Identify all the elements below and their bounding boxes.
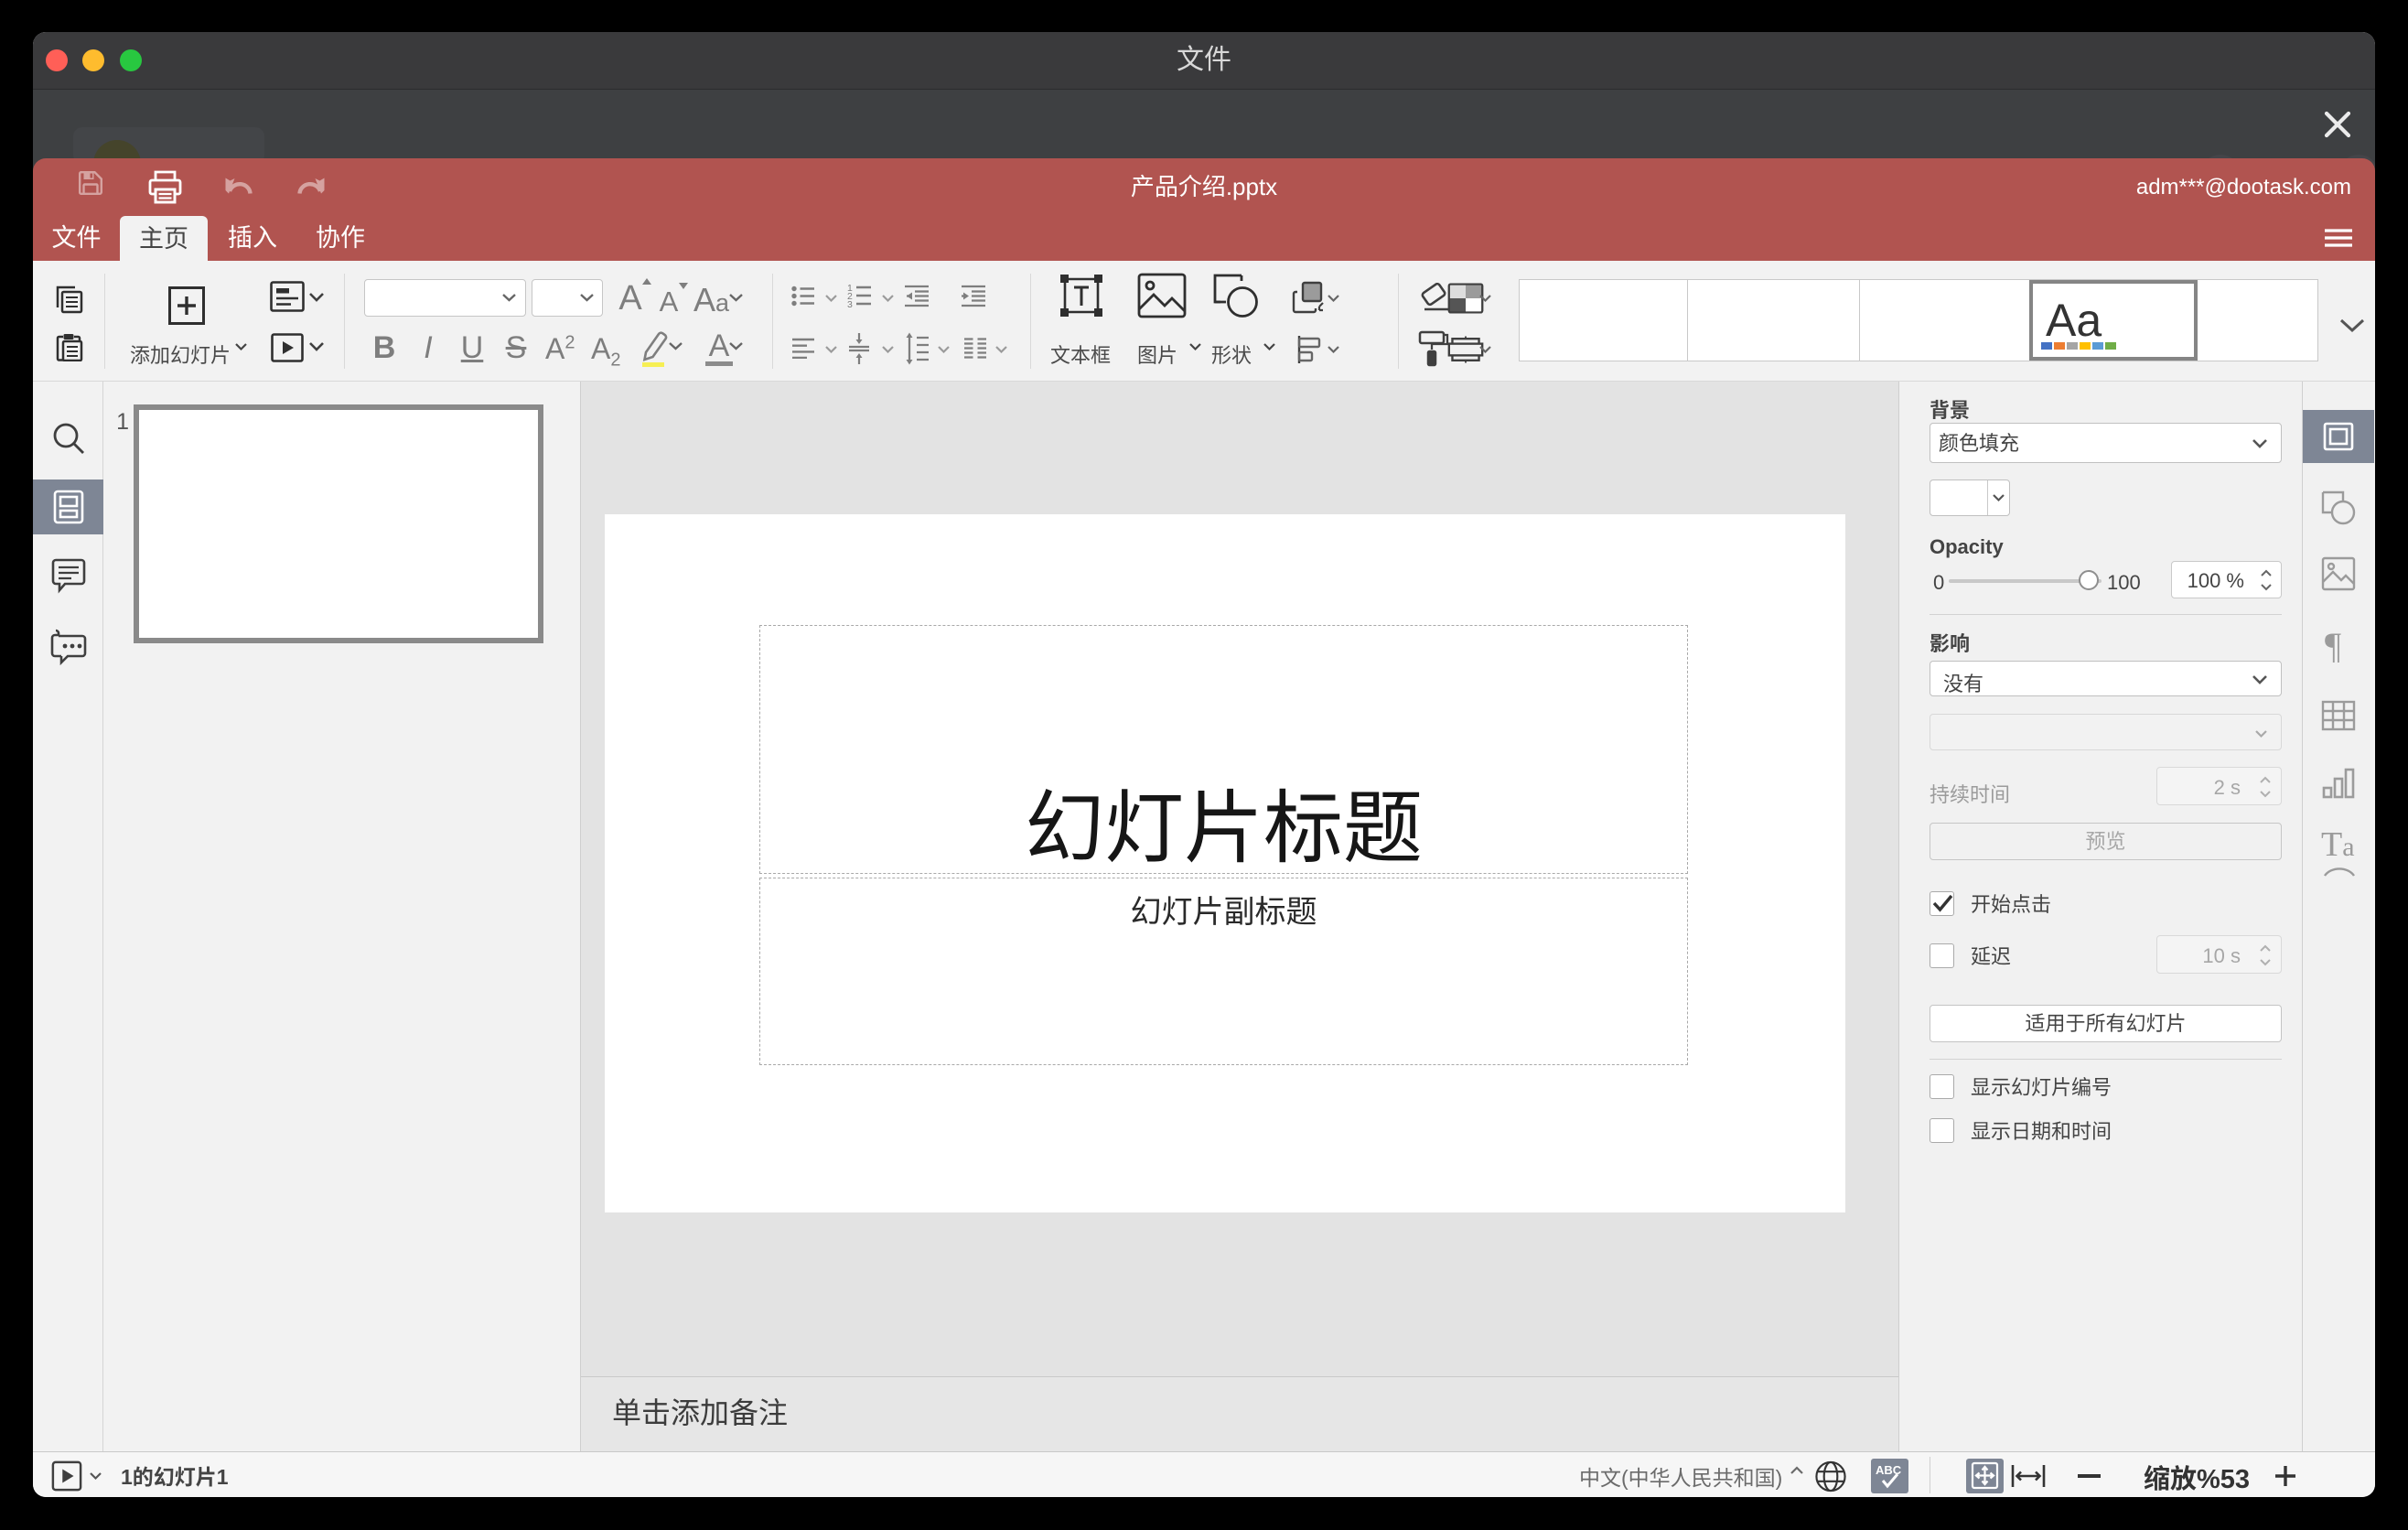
svg-text:3: 3	[847, 299, 853, 308]
